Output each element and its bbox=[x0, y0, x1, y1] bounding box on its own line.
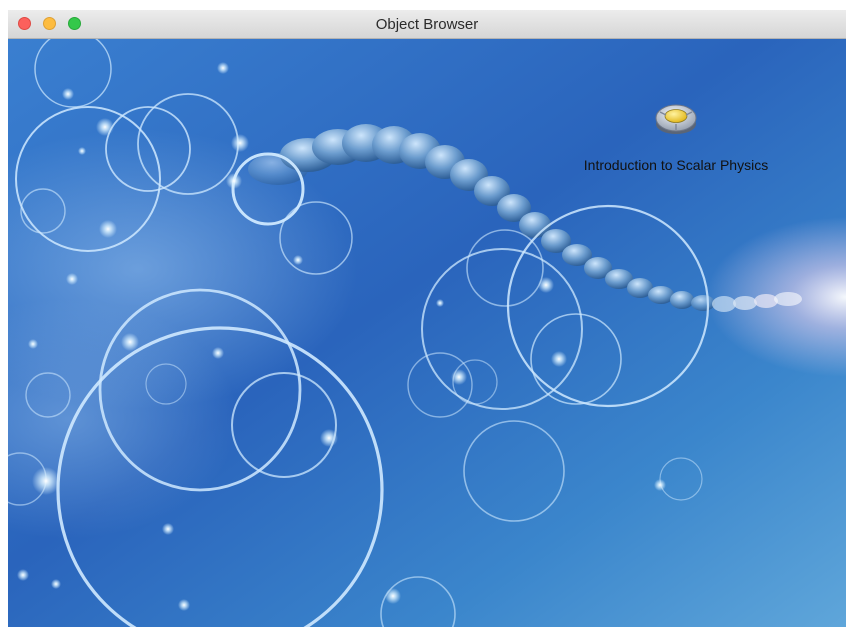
window-title: Object Browser bbox=[375, 16, 479, 33]
scalar-object-icon bbox=[655, 104, 697, 134]
object-browser-window: Object Browser Introduction to Scalar Ph… bbox=[8, 10, 846, 627]
title-bar[interactable]: Object Browser bbox=[8, 10, 846, 39]
browser-canvas[interactable]: Introduction to Scalar Physics bbox=[8, 39, 846, 627]
file-item-label: Introduction to Scalar Physics bbox=[583, 157, 769, 173]
file-item-introduction-to-scalar-physics[interactable]: Introduction to Scalar Physics bbox=[556, 94, 796, 204]
